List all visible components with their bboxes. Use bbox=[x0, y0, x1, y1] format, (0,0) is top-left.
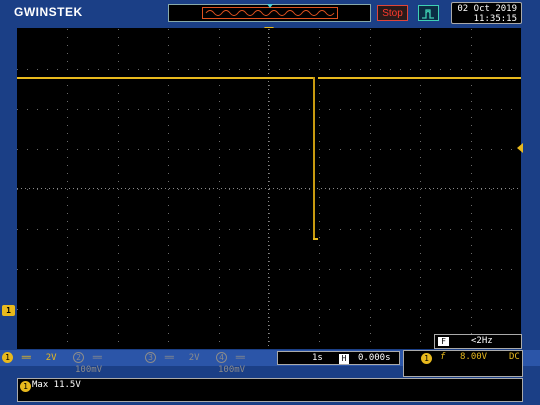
ch1-ground-marker[interactable]: 1 bbox=[2, 305, 15, 316]
trigger-info[interactable]: 1 f 8.00V DC bbox=[403, 350, 523, 377]
waveform-display[interactable] bbox=[17, 28, 521, 349]
date-label: 02 Oct 2019 bbox=[457, 4, 517, 14]
ch2-scale: 100mV bbox=[75, 365, 103, 375]
measurement-panel[interactable]: 1 Max 11.5V bbox=[17, 378, 523, 402]
run-stop-status[interactable]: Stop bbox=[377, 5, 408, 21]
brand-logo: GWINSTEK bbox=[14, 5, 83, 19]
ch4-status[interactable]: 4 == 100mV bbox=[216, 352, 278, 375]
frequency-readout: F <2Hz bbox=[434, 334, 522, 349]
ch3-badge: 3 bbox=[145, 352, 156, 363]
ch1-trace-low bbox=[313, 238, 318, 240]
trigger-level: 8.00V bbox=[460, 352, 488, 362]
overview-view-window bbox=[202, 7, 338, 19]
ch1-trace-high bbox=[17, 77, 521, 79]
ch3-status[interactable]: 3 == 2V bbox=[145, 352, 207, 364]
ch4-badge: 4 bbox=[216, 352, 227, 363]
ch3-coupling-icon: == bbox=[164, 353, 174, 363]
ch4-coupling-icon: == bbox=[235, 353, 245, 363]
horizontal-position-value: 0.000s bbox=[358, 353, 391, 363]
horizontal-position-badge: H bbox=[339, 354, 349, 364]
ch2-badge: 2 bbox=[73, 352, 84, 363]
time-label: 11:35:15 bbox=[473, 14, 517, 24]
timebase-readout[interactable]: 1s H 0.000s bbox=[277, 351, 400, 365]
ch3-scale: 2V bbox=[188, 353, 200, 363]
measurement-source-badge: 1 bbox=[20, 381, 31, 392]
ch4-scale: 100mV bbox=[218, 365, 246, 375]
frequency-badge: F bbox=[438, 337, 449, 346]
trigger-level-marker[interactable] bbox=[517, 143, 523, 153]
trigger-status-icon bbox=[418, 5, 439, 21]
memory-overview-bar bbox=[168, 4, 371, 22]
measurement-value: Max 11.5V bbox=[32, 380, 81, 390]
trigger-slope-icon: f bbox=[440, 352, 446, 362]
frequency-value: <2Hz bbox=[471, 336, 493, 346]
ch1-badge: 1 bbox=[2, 352, 13, 363]
trigger-coupling: DC bbox=[509, 352, 520, 362]
trigger-source-badge: 1 bbox=[421, 353, 432, 364]
trigger-edge-icon bbox=[422, 9, 434, 19]
ch1-coupling-icon: == bbox=[21, 353, 31, 363]
ch1-trace-drop bbox=[313, 77, 315, 239]
date-time-display: 02 Oct 2019 11:35:15 bbox=[451, 2, 522, 24]
overview-trigger-pointer bbox=[267, 4, 273, 8]
ch1-status[interactable]: 1 == 2V bbox=[2, 352, 64, 364]
ch1-scale: 2V bbox=[45, 353, 57, 363]
timebase-value: 1s bbox=[312, 353, 323, 363]
ch2-coupling-icon: == bbox=[92, 353, 102, 363]
ch2-status[interactable]: 2 == 100mV bbox=[73, 352, 135, 375]
